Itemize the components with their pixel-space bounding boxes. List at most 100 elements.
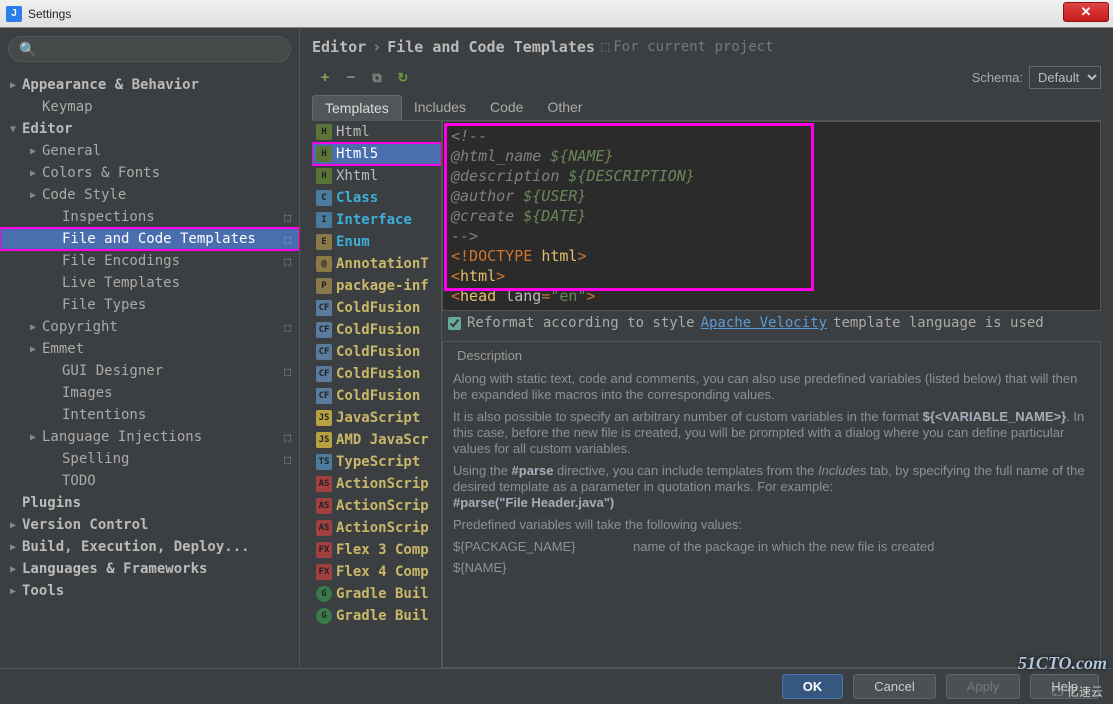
tab-other[interactable]: Other bbox=[535, 95, 594, 120]
dialog-footer: OK Cancel Apply Help bbox=[0, 668, 1113, 704]
sidebar-item-spelling[interactable]: Spelling⬚ bbox=[0, 448, 299, 470]
template-annotationt[interactable]: @AnnotationT bbox=[312, 253, 441, 275]
breadcrumb-current: File and Code Templates bbox=[387, 38, 595, 56]
refresh-button[interactable]: ↻ bbox=[394, 69, 412, 87]
sidebar-item-inspections[interactable]: Inspections⬚ bbox=[0, 206, 299, 228]
sidebar-item-copyright[interactable]: ▶Copyright⬚ bbox=[0, 316, 299, 338]
file-icon: CF bbox=[316, 322, 332, 338]
velocity-link[interactable]: Apache Velocity bbox=[701, 315, 827, 331]
sidebar-item-general[interactable]: ▶General bbox=[0, 140, 299, 162]
file-icon: H bbox=[316, 124, 332, 140]
template-coldfusion[interactable]: CFColdFusion bbox=[312, 385, 441, 407]
template-coldfusion[interactable]: CFColdFusion bbox=[312, 341, 441, 363]
sidebar-item-appearance-behavior[interactable]: ▶Appearance & Behavior bbox=[0, 74, 299, 96]
sidebar-item-file-and-code-templates[interactable]: File and Code Templates⬚ bbox=[0, 228, 299, 250]
sidebar-item-intentions[interactable]: Intentions bbox=[0, 404, 299, 426]
reformat-label: Reformat according to style bbox=[467, 315, 695, 331]
file-icon: FX bbox=[316, 542, 332, 558]
template-html[interactable]: HHtml bbox=[312, 121, 441, 143]
sidebar-item-emmet[interactable]: ▶Emmet bbox=[0, 338, 299, 360]
schema-label: Schema: bbox=[972, 70, 1023, 85]
template-gradle-buil[interactable]: GGradle Buil bbox=[312, 583, 441, 605]
project-icon: ⬚ bbox=[284, 321, 291, 334]
file-icon: FX bbox=[316, 564, 332, 580]
sidebar-item-version-control[interactable]: ▶Version Control bbox=[0, 514, 299, 536]
template-javascript[interactable]: JSJavaScript bbox=[312, 407, 441, 429]
template-actionscrip[interactable]: ASActionScrip bbox=[312, 473, 441, 495]
template-coldfusion[interactable]: CFColdFusion bbox=[312, 363, 441, 385]
file-icon: C bbox=[316, 190, 332, 206]
tab-includes[interactable]: Includes bbox=[402, 95, 478, 120]
file-icon: G bbox=[316, 586, 332, 602]
template-package-inf[interactable]: Ppackage-inf bbox=[312, 275, 441, 297]
file-icon: CF bbox=[316, 388, 332, 404]
template-xhtml[interactable]: HXhtml bbox=[312, 165, 441, 187]
project-icon: ⬚ bbox=[284, 255, 291, 268]
file-icon: P bbox=[316, 278, 332, 294]
template-list[interactable]: HHtmlHHtml5HXhtmlCClassIInterfaceEEnum@A… bbox=[312, 121, 442, 668]
template-typescript[interactable]: TSTypeScript bbox=[312, 451, 441, 473]
template-coldfusion[interactable]: CFColdFusion bbox=[312, 297, 441, 319]
schema-select[interactable]: Default bbox=[1029, 66, 1101, 89]
template-coldfusion[interactable]: CFColdFusion bbox=[312, 319, 441, 341]
sidebar-item-colors-fonts[interactable]: ▶Colors & Fonts bbox=[0, 162, 299, 184]
template-html5[interactable]: HHtml5 bbox=[312, 143, 441, 165]
template-enum[interactable]: EEnum bbox=[312, 231, 441, 253]
sidebar-item-build-execution-deploy-[interactable]: ▶Build, Execution, Deploy... bbox=[0, 536, 299, 558]
file-icon: CF bbox=[316, 366, 332, 382]
project-icon: ⬚ bbox=[284, 365, 291, 378]
project-icon: ⬚ bbox=[601, 39, 609, 55]
breadcrumb-editor[interactable]: Editor bbox=[312, 38, 366, 56]
sidebar-item-file-encodings[interactable]: File Encodings⬚ bbox=[0, 250, 299, 272]
template-flex-4-comp[interactable]: FXFlex 4 Comp bbox=[312, 561, 441, 583]
reformat-checkbox[interactable] bbox=[448, 317, 461, 330]
template-gradle-buil[interactable]: GGradle Buil bbox=[312, 605, 441, 627]
sidebar-item-images[interactable]: Images bbox=[0, 382, 299, 404]
project-icon: ⬚ bbox=[284, 453, 291, 466]
file-icon: CF bbox=[316, 344, 332, 360]
ok-button[interactable]: OK bbox=[782, 674, 844, 699]
copy-button[interactable]: ⧉ bbox=[368, 69, 386, 87]
breadcrumb: Editor › File and Code Templates ⬚For cu… bbox=[312, 38, 1101, 56]
code-editor[interactable]: <!-- @html_name ${NAME} @description ${D… bbox=[442, 121, 1101, 311]
sidebar-item-tools[interactable]: ▶Tools bbox=[0, 580, 299, 602]
tab-templates[interactable]: Templates bbox=[312, 95, 402, 120]
sidebar-item-live-templates[interactable]: Live Templates bbox=[0, 272, 299, 294]
sidebar-item-keymap[interactable]: Keymap bbox=[0, 96, 299, 118]
sidebar-item-file-types[interactable]: File Types bbox=[0, 294, 299, 316]
sidebar-item-languages-frameworks[interactable]: ▶Languages & Frameworks bbox=[0, 558, 299, 580]
sidebar-item-todo[interactable]: TODO bbox=[0, 470, 299, 492]
template-flex-3-comp[interactable]: FXFlex 3 Comp bbox=[312, 539, 441, 561]
project-icon: ⬚ bbox=[284, 233, 291, 246]
template-actionscrip[interactable]: ASActionScrip bbox=[312, 517, 441, 539]
description-panel: Description Along with static text, code… bbox=[442, 341, 1101, 668]
close-button[interactable]: ✕ bbox=[1063, 2, 1109, 22]
file-icon: E bbox=[316, 234, 332, 250]
project-icon: ⬚ bbox=[284, 431, 291, 444]
sidebar-item-code-style[interactable]: ▶Code Style bbox=[0, 184, 299, 206]
cancel-button[interactable]: Cancel bbox=[853, 674, 935, 699]
template-class[interactable]: CClass bbox=[312, 187, 441, 209]
tab-code[interactable]: Code bbox=[478, 95, 535, 120]
app-icon: J bbox=[6, 6, 22, 22]
sidebar-item-plugins[interactable]: Plugins bbox=[0, 492, 299, 514]
file-icon: JS bbox=[316, 410, 332, 426]
add-button[interactable]: + bbox=[316, 69, 334, 87]
file-icon: AS bbox=[316, 498, 332, 514]
file-icon: AS bbox=[316, 520, 332, 536]
file-icon: @ bbox=[316, 256, 332, 272]
remove-button[interactable]: − bbox=[342, 69, 360, 87]
help-button[interactable]: Help bbox=[1030, 674, 1099, 699]
template-amd-javascr[interactable]: JSAMD JavaScr bbox=[312, 429, 441, 451]
sidebar-item-editor[interactable]: ▼Editor bbox=[0, 118, 299, 140]
template-interface[interactable]: IInterface bbox=[312, 209, 441, 231]
apply-button[interactable]: Apply bbox=[946, 674, 1021, 699]
settings-sidebar: 🔍 ▶Appearance & BehaviorKeymap▼Editor▶Ge… bbox=[0, 28, 300, 668]
file-icon: JS bbox=[316, 432, 332, 448]
window-title: Settings bbox=[28, 7, 71, 21]
search-input[interactable]: 🔍 bbox=[8, 36, 291, 62]
template-actionscrip[interactable]: ASActionScrip bbox=[312, 495, 441, 517]
sidebar-item-language-injections[interactable]: ▶Language Injections⬚ bbox=[0, 426, 299, 448]
file-icon: H bbox=[316, 168, 332, 184]
sidebar-item-gui-designer[interactable]: GUI Designer⬚ bbox=[0, 360, 299, 382]
